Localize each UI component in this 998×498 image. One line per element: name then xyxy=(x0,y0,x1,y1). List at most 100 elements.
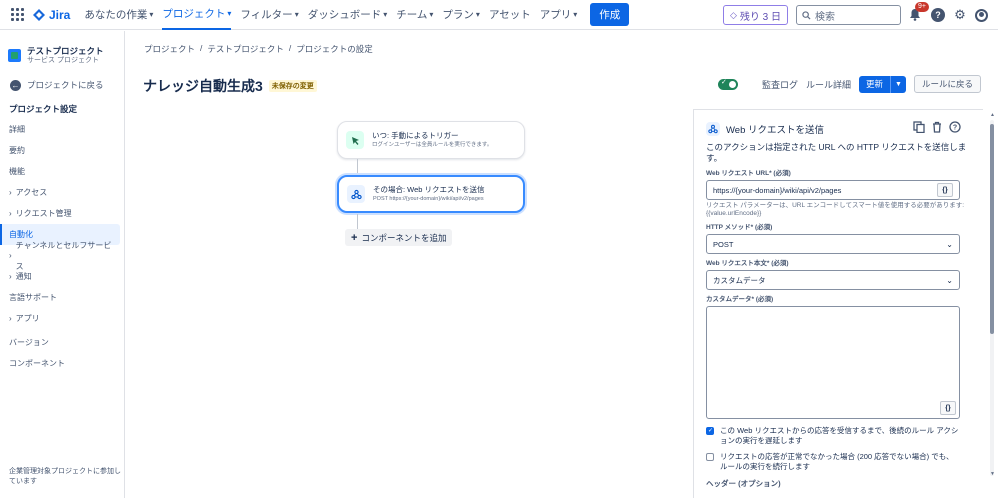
diamond-icon: ◇ xyxy=(729,9,737,20)
update-button-group: 更新 ▼ xyxy=(858,75,906,93)
smart-value-button[interactable]: {} xyxy=(940,401,956,415)
project-header[interactable]: テストプロジェクト サービス プロジェクト xyxy=(0,31,124,65)
add-component-button[interactable]: + コンポーネントを追加 xyxy=(345,229,453,246)
back-to-rules-button[interactable]: ルールに戻る xyxy=(913,75,981,93)
nav-label: チーム xyxy=(396,9,428,21)
sidebar-item-features[interactable]: 機能 xyxy=(0,161,124,182)
panel-description: このアクションは指定された URL への HTTP リクエストを送信します。 xyxy=(706,142,967,163)
nav-your-work[interactable]: あなたの作業 ▾ xyxy=(84,0,153,30)
custom-data-label: カスタムデータ* (必須) xyxy=(706,296,774,303)
panel-scrollbar[interactable] xyxy=(990,120,994,476)
chevron-down-icon: ▾ xyxy=(294,10,299,19)
back-to-project-link[interactable]: ← プロジェクトに戻る xyxy=(0,79,124,91)
sidebar-item-label: アクセス xyxy=(15,188,48,197)
audit-log-link[interactable]: 監査ログ xyxy=(762,78,798,91)
copy-icon[interactable] xyxy=(913,121,925,133)
delay-checkbox-row[interactable]: この Web リクエストからの応答を受信するまで、後続のルール アクションの実行… xyxy=(706,426,960,445)
continue-checkbox-row[interactable]: リクエストの応答が正常でなかった場合 (200 応答でない場合) でも、ルールの… xyxy=(706,452,960,471)
custom-data-textarea[interactable]: {} xyxy=(706,306,960,419)
sidebar-item-channels[interactable]: › チャンネルとセルフサービス xyxy=(0,241,124,271)
chevron-down-icon: ▾ xyxy=(227,9,232,18)
user-icon xyxy=(979,11,984,17)
create-button[interactable]: 作成 xyxy=(590,3,630,26)
continue-checkbox-label: リクエストの応答が正常でなかった場合 (200 応答でない場合) でも、ルールの… xyxy=(720,452,954,471)
url-value: https://{your-domain}/wiki/api/v2/pages xyxy=(713,185,842,195)
sidebar-item-components[interactable]: コンポーネント xyxy=(0,353,124,374)
sidebar-section-title: プロジェクト設定 xyxy=(9,104,78,114)
svg-text:?: ? xyxy=(953,125,957,132)
nav-label: フィルター xyxy=(240,9,293,21)
top-navigation: Jira あなたの作業 ▾ プロジェクト ▾ フィルター ▾ ダッシュボード ▾ チーム… xyxy=(0,0,998,30)
nav-apps[interactable]: アプリ ▾ xyxy=(540,0,578,30)
breadcrumb-project[interactable]: テストプロジェクト xyxy=(207,43,284,55)
sidebar-item-label: バージョン xyxy=(9,338,49,347)
panel-toolbar: ? xyxy=(913,121,961,133)
sidebar-item-request-management[interactable]: › リクエスト管理 xyxy=(0,203,124,224)
nav-label: プラン xyxy=(442,9,474,21)
help-icon[interactable]: ? xyxy=(931,8,945,22)
scroll-up-icon[interactable]: ▲ xyxy=(990,112,995,118)
scrollbar-thumb[interactable] xyxy=(990,124,994,334)
breadcrumb-projects[interactable]: プロジェクト xyxy=(144,43,195,55)
action-node[interactable]: その場合: Web リクエストを送信 POST https://{your-do… xyxy=(337,175,525,213)
notifications-button[interactable]: 9+ xyxy=(909,2,929,22)
sidebar-item-summary[interactable]: 要約 xyxy=(0,140,124,161)
sidebar-item-apps[interactable]: › アプリ xyxy=(0,308,124,329)
trigger-subtitle: ログインユーザーは全員ルールを実行できます。 xyxy=(372,142,493,148)
action-title: その場合: Web リクエストを送信 xyxy=(373,185,485,194)
chevron-right-icon: › xyxy=(9,209,12,218)
add-component-label: コンポーネントを追加 xyxy=(361,232,447,243)
sidebar-item-details[interactable]: 詳細 xyxy=(0,119,124,140)
chevron-down-icon: ▼ xyxy=(895,80,902,88)
chevron-right-icon: › xyxy=(9,251,12,260)
sidebar-item-access[interactable]: › アクセス xyxy=(0,182,124,203)
gear-icon[interactable]: ⚙ xyxy=(953,7,967,22)
delay-checkbox[interactable] xyxy=(706,427,714,437)
chevron-down-icon: ▾ xyxy=(475,10,480,19)
nav-plans[interactable]: プラン ▾ xyxy=(442,0,480,30)
sidebar-item-language[interactable]: 言語サポート xyxy=(0,287,124,308)
sidebar-item-label: 要約 xyxy=(9,146,25,155)
breadcrumb-settings[interactable]: プロジェクトの設定 xyxy=(296,43,373,55)
app-switcher-icon[interactable] xyxy=(11,7,25,22)
trash-icon[interactable] xyxy=(931,121,943,133)
connector-line xyxy=(357,159,358,175)
help-circle-icon[interactable]: ? xyxy=(949,121,961,133)
nav-dashboards[interactable]: ダッシュボード ▾ xyxy=(308,0,388,30)
update-button[interactable]: 更新 xyxy=(858,75,890,93)
url-input[interactable]: https://{your-domain}/wiki/api/v2/pages … xyxy=(706,180,960,200)
avatar[interactable] xyxy=(975,8,988,22)
url-label: Web リクエスト URL* (必須) xyxy=(706,170,791,177)
chevron-down-icon: ⌄ xyxy=(946,239,953,249)
search-placeholder: 検索 xyxy=(815,11,835,23)
arrow-left-icon: ← xyxy=(10,79,21,91)
trial-button[interactable]: ◇ 残り 3 日 xyxy=(722,5,788,25)
nav-assets[interactable]: アセット xyxy=(489,0,531,30)
continue-checkbox[interactable] xyxy=(706,453,714,461)
action-config-panel: Web リクエストを送信 ? このアクションは指定された URL への HTTP… xyxy=(693,109,983,498)
body-select[interactable]: カスタムデータ ⌄ xyxy=(706,270,960,290)
method-select[interactable]: POST ⌄ xyxy=(706,234,960,254)
trigger-node[interactable]: いつ: 手動によるトリガー ログインユーザーは全員ルールを実行できます。 xyxy=(337,121,525,159)
nav-teams[interactable]: チーム ▾ xyxy=(396,0,433,30)
sidebar-item-label: アプリ xyxy=(15,314,40,323)
cursor-click-icon xyxy=(346,131,364,149)
sidebar-item-label: コンポーネント xyxy=(9,359,65,368)
scroll-down-icon[interactable]: ▼ xyxy=(990,471,995,477)
smart-value-button[interactable]: {} xyxy=(937,183,953,197)
chevron-down-icon: ▾ xyxy=(429,10,434,19)
url-help: リクエスト パラメーターは、URL エンコードしてスマート値を使用する必要があり… xyxy=(706,202,971,218)
update-dropdown-button[interactable]: ▼ xyxy=(889,75,906,93)
nav-projects[interactable]: プロジェクト ▾ xyxy=(162,0,232,30)
search-input[interactable]: 検索 xyxy=(796,5,901,25)
url-help-line1: リクエスト パラメーターは、URL エンコードしてスマート値を使用する必要があり… xyxy=(706,202,965,209)
headers-label: ヘッダー (オプション) xyxy=(706,479,781,488)
sidebar-item-versions[interactable]: バージョン xyxy=(0,332,124,353)
back-label: プロジェクトに戻る xyxy=(27,80,104,90)
rule-details-link[interactable]: ルール詳細 xyxy=(806,78,851,91)
nav-filters[interactable]: フィルター ▾ xyxy=(240,0,298,30)
jira-logo[interactable]: Jira xyxy=(33,8,70,22)
project-sidebar: テストプロジェクト サービス プロジェクト ← プロジェクトに戻る プロジェクト… xyxy=(0,31,125,498)
sidebar-menu-2: バージョン コンポーネント xyxy=(0,332,124,374)
rule-enabled-toggle[interactable] xyxy=(717,78,738,90)
